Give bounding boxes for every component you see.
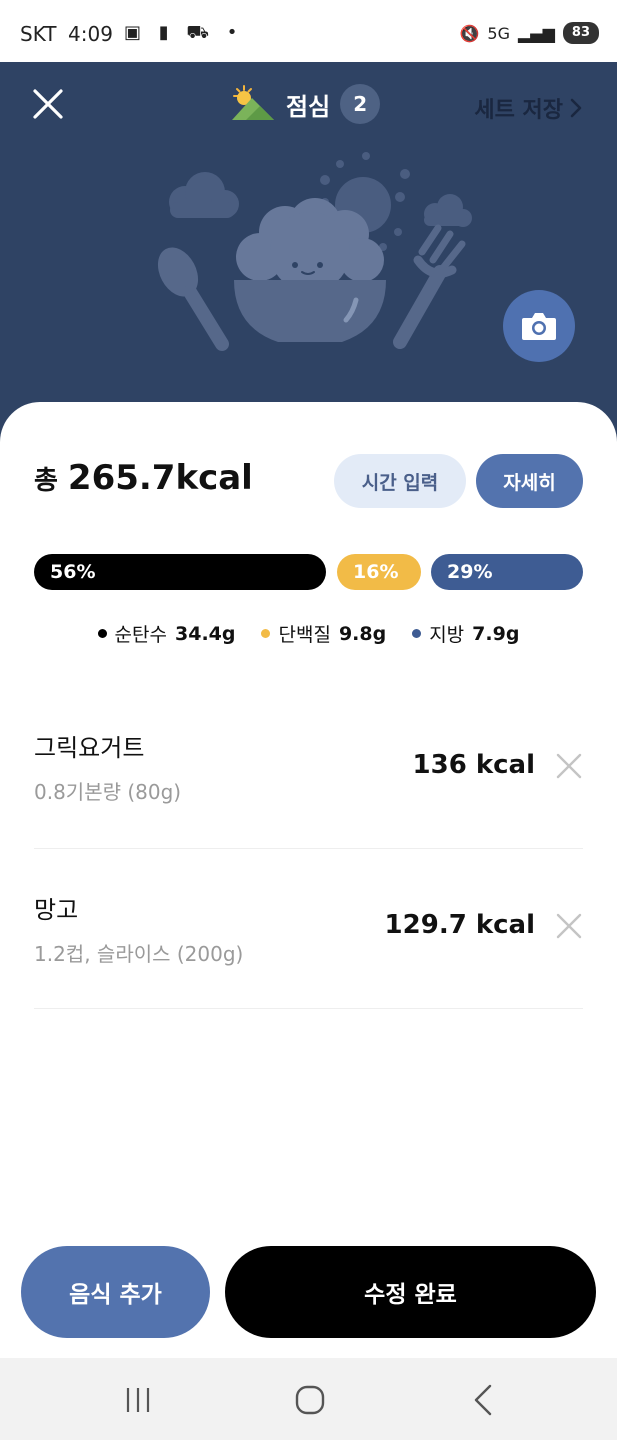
total-calories: 총 265.7kcal — [34, 458, 253, 498]
legend-carb: 순탄수 34.4g — [97, 620, 236, 647]
meal-header: 점심 2 세트 저장 — [0, 62, 617, 442]
chevron-right-icon — [570, 98, 582, 118]
status-time: 4:09 — [68, 22, 113, 46]
close-icon[interactable] — [30, 86, 66, 122]
total-prefix: 총 — [34, 466, 58, 496]
legend-label: 단백질 — [278, 624, 331, 646]
battery-indicator: 83 — [562, 22, 599, 44]
food-portion: 0.8기본량 (80g) — [34, 780, 182, 804]
mute-icon: 🔇 — [459, 23, 480, 43]
recent-apps-icon[interactable] — [118, 1380, 158, 1420]
legend-value: 34.4g — [175, 622, 236, 645]
system-nav-bar — [0, 1358, 617, 1440]
status-bar: SKT 4:09 ▣ ▮ ⛟ • 🔇 5G ▂▄▆ 83 — [0, 0, 617, 62]
meal-detail-sheet: 총 265.7kcal 시간 입력 자세히 56% 16% 29% 순탄수 34… — [0, 402, 617, 1358]
legend-fat: 지방 7.9g — [412, 620, 519, 647]
camera-icon — [522, 313, 556, 340]
macro-legend: 순탄수 34.4g 단백질 9.8g 지방 7.9g — [0, 620, 617, 647]
legend-value: 9.8g — [338, 622, 387, 645]
finish-edit-button[interactable]: 수정 완료 — [225, 1246, 596, 1338]
detail-button[interactable]: 자세히 — [476, 454, 583, 508]
sun-cloud-icon — [232, 85, 274, 120]
legend-protein: 단백질 9.8g — [261, 620, 386, 647]
meal-count-badge: 2 — [340, 84, 381, 124]
save-set-button[interactable]: 세트 저장 — [474, 92, 583, 124]
meal-title: 점심 — [286, 92, 331, 121]
fat-dot-icon — [412, 629, 422, 638]
food-item[interactable]: 망고 1.2컵, 슬라이스 (200g) 129.7 kcal — [34, 848, 583, 1009]
legend-value: 7.9g — [472, 622, 520, 645]
fat-segment: 29% — [431, 554, 583, 590]
camera-button[interactable] — [503, 290, 575, 362]
rice-bowl-illustration — [157, 152, 472, 351]
remove-food-icon[interactable] — [555, 912, 583, 940]
back-icon[interactable] — [464, 1380, 504, 1420]
carb-dot-icon — [97, 629, 107, 638]
save-set-label: 세트 저장 — [474, 98, 563, 123]
network-label: 5G — [487, 23, 510, 43]
home-icon[interactable] — [290, 1380, 330, 1420]
time-input-button[interactable]: 시간 입력 — [334, 454, 466, 508]
food-item[interactable]: 그릭요거트 0.8기본량 (80g) 136 kcal — [34, 688, 583, 849]
protein-segment: 16% — [337, 554, 421, 590]
carb-segment: 56% — [34, 554, 326, 590]
protein-dot-icon — [261, 629, 271, 638]
food-name: 그릭요거트 — [34, 734, 145, 762]
legend-label: 순탄수 — [114, 624, 167, 646]
legend-label: 지방 — [429, 624, 465, 646]
remove-food-icon[interactable] — [555, 752, 583, 780]
macro-ratio-bar: 56% 16% 29% — [34, 554, 583, 590]
food-kcal: 129.7 kcal — [384, 910, 535, 940]
notification-icons: ▣ ▮ ⛟ • — [124, 22, 244, 43]
add-food-button[interactable]: 음식 추가 — [21, 1246, 210, 1338]
total-kcal-value: 265.7kcal — [67, 458, 253, 498]
meal-title-group: 점심 2 — [230, 84, 381, 124]
food-name: 망고 — [34, 896, 79, 924]
food-kcal: 136 kcal — [412, 750, 535, 780]
food-portion: 1.2컵, 슬라이스 (200g) — [34, 942, 244, 966]
carrier-label: SKT — [20, 22, 57, 46]
status-right: 🔇 5G ▂▄▆ 83 — [459, 22, 599, 44]
signal-icon: ▂▄▆ — [517, 23, 555, 43]
